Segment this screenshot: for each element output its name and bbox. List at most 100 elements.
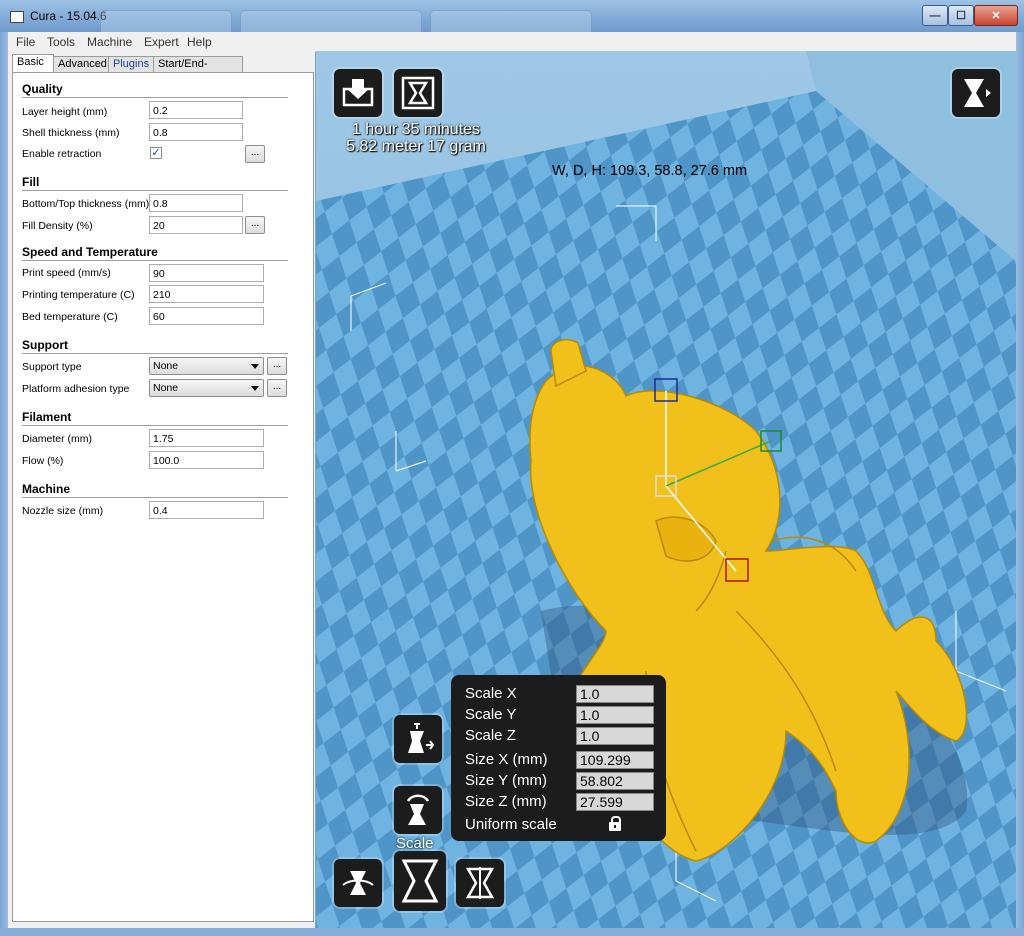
fill-density-input[interactable]: 20 [149, 216, 243, 234]
support-type-label: Support type [22, 361, 82, 373]
retraction-settings-button[interactable]: ... [245, 145, 265, 163]
printing-temperature-input[interactable]: 210 [149, 285, 264, 303]
shell-thickness-label: Shell thickness (mm) [22, 127, 120, 139]
mirror-icon [465, 867, 495, 899]
size-y-input[interactable]: 58.802 [576, 772, 654, 790]
size-x-input[interactable]: 109.299 [576, 751, 654, 769]
lock-icon[interactable] [609, 816, 621, 831]
size-y-label: Size Y (mm) [465, 772, 547, 789]
size-z-label: Size Z (mm) [465, 793, 547, 810]
scale-y-input[interactable]: 1.0 [576, 706, 654, 724]
scale-z-input[interactable]: 1.0 [576, 727, 654, 745]
tab-basic[interactable]: Basic [12, 54, 54, 73]
platform-adhesion-select[interactable]: None [149, 379, 264, 397]
load-model-button[interactable] [334, 69, 382, 117]
divider [22, 97, 288, 98]
nozzle-size-input[interactable]: 0.4 [149, 501, 264, 519]
scale-tool-button[interactable] [394, 851, 446, 911]
platform-adhesion-label: Platform adhesion type [22, 383, 130, 395]
view-mode-button[interactable] [952, 69, 1000, 117]
divider [22, 425, 288, 426]
bed-temperature-label: Bed temperature (C) [22, 311, 118, 323]
model-dimensions-text: W, D, H: 109.3, 58.8, 27.6 mm [552, 163, 748, 179]
layer-height-input[interactable]: 0.2 [149, 101, 243, 119]
section-filament: Filament [22, 410, 72, 424]
menu-machine[interactable]: Machine [87, 35, 132, 49]
reset-icon [406, 794, 430, 825]
fill-density-label: Fill Density (%) [22, 220, 93, 232]
rotate-icon [342, 871, 374, 895]
diameter-label: Diameter (mm) [22, 433, 92, 445]
flow-label: Flow (%) [22, 455, 64, 467]
adhesion-settings-button[interactable]: ... [267, 379, 287, 397]
bed-temperature-input[interactable]: 60 [149, 307, 264, 325]
close-button[interactable]: ✕ [974, 5, 1018, 26]
section-support: Support [22, 338, 68, 352]
size-z-input[interactable]: 27.599 [576, 793, 654, 811]
section-machine: Machine [22, 482, 71, 496]
bottom-top-thickness-label: Bottom/Top thickness (mm) [22, 198, 150, 210]
platform-adhesion-value: None [153, 382, 179, 394]
background-browser-tab [100, 10, 232, 34]
scale-y-label: Scale Y [465, 706, 517, 723]
print-speed-input[interactable]: 90 [149, 264, 264, 282]
print-icon [401, 76, 435, 110]
print-model-button[interactable] [394, 69, 442, 117]
flow-input[interactable]: 100.0 [149, 451, 264, 469]
basic-settings-page: Quality Layer height (mm) 0.2 Shell thic… [12, 72, 314, 922]
shell-thickness-input[interactable]: 0.8 [149, 123, 243, 141]
app-icon [10, 11, 24, 23]
maximize-button[interactable]: ☐ [948, 5, 974, 26]
scale-x-input[interactable]: 1.0 [576, 685, 654, 703]
tab-plugins[interactable]: Plugins [108, 56, 154, 72]
enable-retraction-label: Enable retraction [22, 148, 102, 160]
window-border-left [0, 32, 8, 936]
divider [22, 353, 288, 354]
tab-advanced[interactable]: Advanced [53, 56, 109, 72]
menu-help[interactable]: Help [187, 35, 212, 49]
background-browser-tab [240, 10, 422, 34]
size-x-label: Size X (mm) [465, 751, 548, 768]
scale-z-label: Scale Z [465, 727, 516, 744]
window-title: Cura - 15.04.6 [30, 9, 107, 23]
bottom-top-thickness-input[interactable]: 0.8 [149, 194, 243, 212]
layer-height-label: Layer height (mm) [22, 106, 108, 118]
fill-settings-button[interactable]: ... [245, 216, 265, 234]
divider [22, 497, 288, 498]
print-time-text: 1 hour 35 minutes [351, 121, 481, 138]
window-border-bottom [0, 928, 1024, 936]
load-icon [342, 79, 374, 107]
chevron-down-icon [251, 364, 259, 369]
mirror-tool-button[interactable] [456, 859, 504, 907]
uniform-scale-label: Uniform scale [465, 816, 557, 833]
reset-scale-button[interactable] [394, 786, 442, 834]
support-type-value: None [153, 360, 179, 372]
support-type-select[interactable]: None [149, 357, 264, 375]
section-speed-temperature: Speed and Temperature [22, 245, 158, 259]
printing-temperature-label: Printing temperature (C) [22, 289, 135, 301]
print-speed-label: Print speed (mm/s) [22, 267, 111, 279]
menu-expert[interactable]: Expert [144, 35, 179, 49]
section-fill: Fill [22, 175, 40, 189]
view-mode-icon [964, 79, 991, 107]
settings-panel: Basic Advanced Plugins Start/End-GCode Q… [8, 51, 315, 928]
menu-file[interactable]: File [16, 35, 35, 49]
rotate-tool-button[interactable] [334, 859, 382, 907]
scale-x-label: Scale X [465, 685, 517, 702]
print-material-text: 5.82 meter 17 gram [346, 138, 486, 155]
3d-viewport[interactable]: 1 hour 35 minutes 5.82 meter 17 gram W, … [316, 51, 1016, 928]
menu-tools[interactable]: Tools [47, 35, 75, 49]
minimize-button[interactable]: — [922, 5, 948, 26]
lay-flat-button[interactable] [394, 715, 442, 763]
tab-start-end-gcode[interactable]: Start/End-GCode [153, 56, 243, 85]
menu-bar: File Tools Machine Expert Help [8, 32, 1016, 52]
diameter-input[interactable]: 1.75 [149, 429, 264, 447]
enable-retraction-checkbox[interactable]: ✓ [150, 147, 162, 159]
scale-panel: Scale X 1.0 Scale Y 1.0 Scale Z 1.0 Size… [451, 675, 666, 841]
chevron-down-icon [251, 386, 259, 391]
scale-icon [401, 859, 439, 903]
background-browser-tab [430, 10, 592, 34]
divider [22, 190, 288, 191]
support-settings-button[interactable]: ... [267, 357, 287, 375]
divider [22, 260, 288, 261]
